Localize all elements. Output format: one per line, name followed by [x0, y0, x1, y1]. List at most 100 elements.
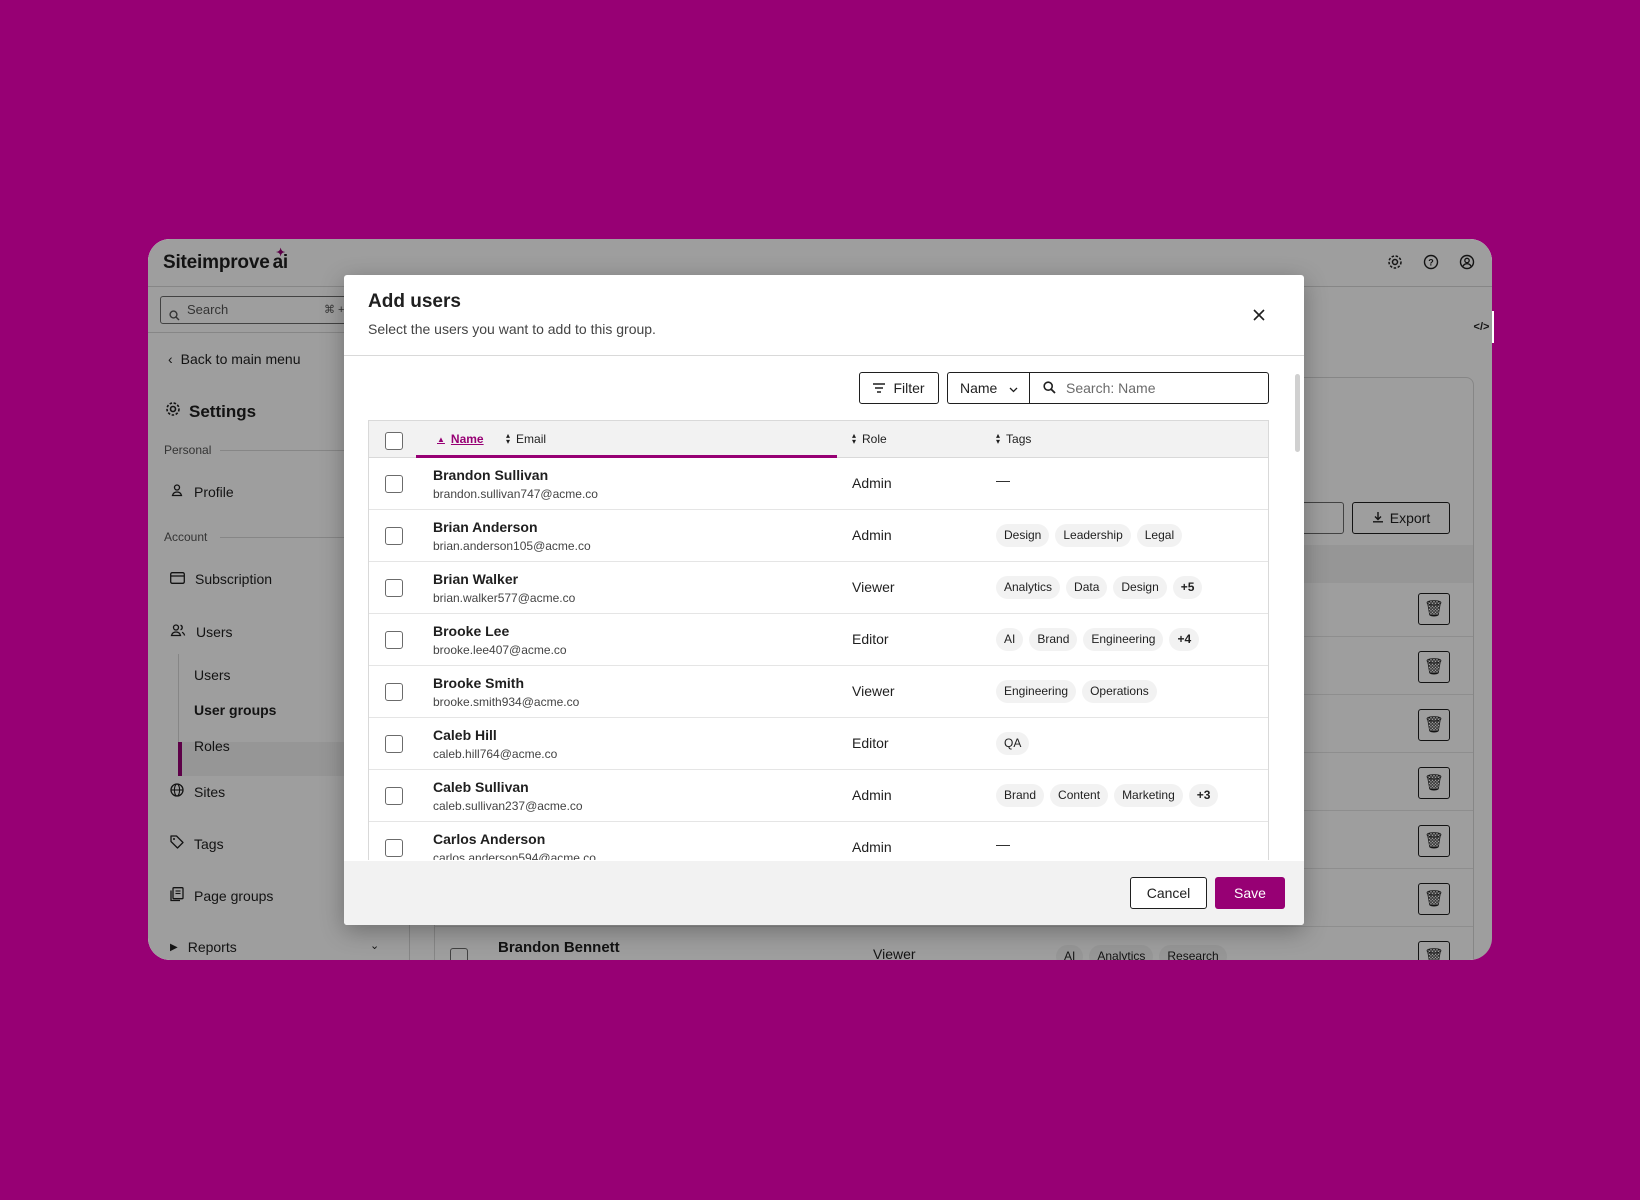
user-role: Admin — [852, 475, 892, 491]
search-icon — [1043, 381, 1056, 399]
cancel-button[interactable]: Cancel — [1130, 877, 1207, 909]
search-field-value: Name — [960, 380, 998, 396]
user-role: Editor — [852, 735, 889, 751]
table-row[interactable]: Brian Walker brian.walker577@acme.co Vie… — [369, 562, 1268, 614]
tag-chip: Brand — [996, 784, 1045, 807]
user-role: Viewer — [852, 579, 895, 595]
sort-icon: ▴ ▾ — [852, 431, 857, 446]
column-label: Role — [862, 432, 887, 446]
column-label: Name — [450, 432, 484, 446]
sort-icon: ▴ ▾ — [996, 431, 1001, 446]
search-field-select[interactable]: Name — [947, 372, 1030, 404]
more-tags-badge[interactable]: +3 — [1188, 784, 1219, 807]
user-name: Brooke Smith — [433, 675, 525, 691]
column-header-name[interactable]: ▲ Name — [437, 432, 484, 446]
tag-chip: Engineering — [996, 680, 1077, 703]
user-name: Brian Anderson — [433, 519, 538, 535]
table-row[interactable]: Brian Anderson brian.anderson105@acme.co… — [369, 510, 1268, 562]
tag-chip: Design — [996, 524, 1050, 547]
column-label: Email — [516, 432, 547, 446]
table-row[interactable]: Carlos Anderson carlos.anderson594@acme.… — [369, 822, 1268, 860]
tag-chip: Brand — [1029, 628, 1078, 651]
user-role: Admin — [852, 787, 892, 803]
table-row[interactable]: Brandon Sullivan brandon.sullivan747@acm… — [369, 458, 1268, 510]
user-tags: — — [996, 836, 1010, 852]
tag-chip: Data — [1066, 576, 1108, 599]
tag-chip: Leadership — [1055, 524, 1131, 547]
user-name: Caleb Hill — [433, 727, 497, 743]
dialog-subtitle: Select the users you want to add to this… — [368, 321, 656, 337]
row-checkbox[interactable] — [385, 839, 403, 857]
user-tags: — — [996, 472, 1010, 488]
user-email: caleb.sullivan237@acme.co — [433, 799, 583, 813]
table-row[interactable]: Caleb Sullivan caleb.sullivan237@acme.co… — [369, 770, 1268, 822]
scrollbar[interactable] — [1295, 374, 1300, 452]
dialog-footer: Cancel Save — [344, 861, 1304, 925]
tag-chip: Content — [1050, 784, 1109, 807]
row-checkbox[interactable] — [385, 527, 403, 545]
tag-chip: Legal — [1136, 524, 1183, 547]
user-email: caleb.hill764@acme.co — [433, 747, 558, 761]
row-checkbox[interactable] — [385, 683, 403, 701]
user-tags: AI Brand Engineering +4 — [996, 628, 1200, 651]
tag-chip: Design — [1113, 576, 1167, 599]
sort-icon: ▴ ▾ — [506, 431, 511, 446]
tag-chip: Engineering — [1083, 628, 1164, 651]
user-name: Caleb Sullivan — [433, 779, 529, 795]
user-name: Brandon Sullivan — [433, 467, 549, 483]
user-email: brian.anderson105@acme.co — [433, 539, 591, 553]
user-tags: Analytics Data Design +5 — [996, 576, 1203, 599]
add-users-dialog: Add users Select the users you want to a… — [344, 275, 1304, 925]
table-row[interactable]: Brooke Smith brooke.smith934@acme.co Vie… — [369, 666, 1268, 718]
user-role: Admin — [852, 527, 892, 543]
user-tags: Design Leadership Legal — [996, 524, 1183, 547]
row-checkbox[interactable] — [385, 735, 403, 753]
table-header: ▲ Name ▴ ▾ Email ▴ ▾ Role ▴ ▾ Tags — [369, 421, 1268, 458]
table-row[interactable]: Caleb Hill caleb.hill764@acme.co Editor … — [369, 718, 1268, 770]
column-header-role[interactable]: ▴ ▾ Role — [852, 431, 887, 447]
filter-button[interactable]: Filter — [859, 372, 939, 404]
empty-tags: — — [996, 472, 1010, 488]
row-checkbox[interactable] — [385, 475, 403, 493]
tag-chip: AI — [996, 628, 1024, 651]
user-name: Brian Walker — [433, 571, 519, 587]
column-label: Tags — [1006, 432, 1032, 446]
row-checkbox[interactable] — [385, 579, 403, 597]
tag-chip: Marketing — [1114, 784, 1183, 807]
filter-label: Filter — [893, 380, 925, 396]
user-role: Viewer — [852, 683, 895, 699]
user-email: brian.walker577@acme.co — [433, 591, 576, 605]
divider — [344, 355, 1304, 356]
tag-chip: QA — [996, 732, 1030, 755]
column-header-tags[interactable]: ▴ ▾ Tags — [996, 431, 1032, 447]
tag-chip: Analytics — [996, 576, 1061, 599]
user-tags: Brand Content Marketing +3 — [996, 784, 1219, 807]
close-icon[interactable] — [1251, 307, 1267, 323]
user-tags: QA — [996, 732, 1030, 755]
row-checkbox[interactable] — [385, 631, 403, 649]
dialog-title: Add users — [368, 291, 461, 312]
user-name: Carlos Anderson — [433, 831, 546, 847]
users-table: ▲ Name ▴ ▾ Email ▴ ▾ Role ▴ ▾ Tags Brandon … — [368, 420, 1269, 860]
search-input-wrapper — [1029, 372, 1269, 404]
more-tags-badge[interactable]: +4 — [1169, 628, 1200, 651]
select-all-checkbox[interactable] — [385, 432, 403, 450]
filter-icon — [873, 380, 886, 396]
more-tags-badge[interactable]: +5 — [1172, 576, 1203, 599]
row-checkbox[interactable] — [385, 787, 403, 805]
user-email: brandon.sullivan747@acme.co — [433, 487, 598, 501]
user-tags: Engineering Operations — [996, 680, 1157, 703]
user-role: Admin — [852, 839, 892, 855]
sort-ascending-icon: ▲ — [437, 434, 445, 444]
column-header-email[interactable]: ▴ ▾ Email — [506, 431, 547, 447]
table-row[interactable]: Brooke Lee brooke.lee407@acme.co Editor … — [369, 614, 1268, 666]
chevron-down-icon — [1009, 380, 1018, 396]
tag-chip: Operations — [1082, 680, 1157, 703]
user-email: carlos.anderson594@acme.co — [433, 851, 596, 860]
search-input[interactable] — [1066, 380, 1266, 396]
save-button[interactable]: Save — [1215, 877, 1285, 909]
empty-tags: — — [996, 836, 1010, 852]
user-name: Brooke Lee — [433, 623, 510, 639]
user-email: brooke.smith934@acme.co — [433, 695, 580, 709]
user-email: brooke.lee407@acme.co — [433, 643, 567, 657]
